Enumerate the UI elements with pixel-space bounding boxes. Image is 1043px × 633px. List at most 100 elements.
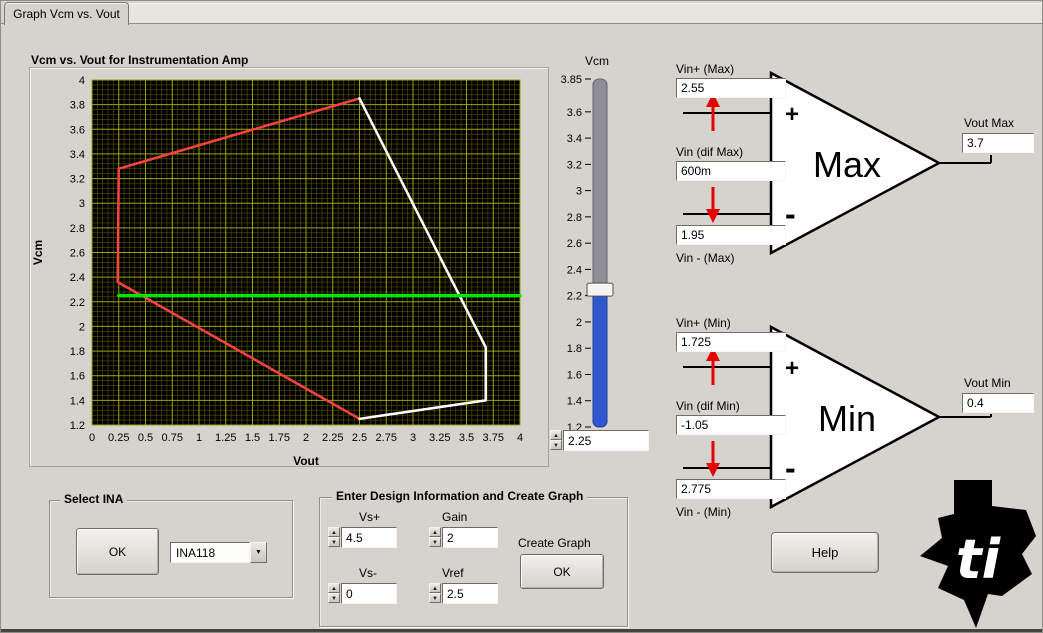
svg-text:1.75: 1.75 [269,432,290,444]
vin-plus-min-label: Vin+ (Min) [676,316,731,330]
up-arrow-icon: ▲ [331,530,337,536]
design-group-title: Enter Design Information and Create Grap… [332,489,588,503]
vin-dif-min-field[interactable]: -1.05 [676,415,786,435]
down-arrow-icon: ▼ [432,596,438,602]
vcm-slider[interactable]: 3.853.63.43.232.82.62.42.221.81.61.41.2 [545,71,649,443]
tab-strip [129,3,1042,24]
vcm-numeric-control: ▲ ▼ 2.25 [550,430,649,451]
gain-label: Gain [442,510,468,524]
svg-text:2.75: 2.75 [376,432,397,444]
vref-control: ▲ ▼ 2.5 [429,583,498,604]
decrement-button[interactable]: ▼ [328,537,340,547]
vcm-value-field[interactable]: 2.25 [563,430,649,451]
vout-max-field: 3.7 [962,133,1034,153]
ti-logo-letters: ti [956,528,1002,591]
tab-strip-divider [1,23,1042,24]
vs-minus-spinner: ▲ ▼ [328,583,340,603]
up-arrow-icon: ▲ [553,433,559,439]
vin-dif-max-label: Vin (dif Max) [676,145,744,159]
vs-minus-control: ▲ ▼ 0 [328,583,397,604]
up-arrow-icon: ▲ [331,586,337,592]
minus-sign: - [785,450,796,486]
down-arrow-icon: ▼ [553,443,559,449]
increment-button[interactable]: ▲ [429,583,441,593]
select-ina-ok-button[interactable]: OK [76,528,159,575]
svg-text:3.4: 3.4 [70,149,85,161]
vs-plus-control: ▲ ▼ 4.5 [328,527,397,548]
decrement-button[interactable]: ▼ [328,593,340,603]
vs-plus-spinner: ▲ ▼ [328,527,340,547]
vin-dif-max-field[interactable]: 600m [676,161,786,181]
vin-minus-max-label: Vin - (Max) [676,251,735,265]
increment-button[interactable]: ▲ [328,583,340,593]
ina-dropdown[interactable]: INA118 ▼ [170,542,267,563]
svg-text:2.8: 2.8 [70,223,85,235]
app-window: Graph Vcm vs. Vout Vcm vs. Vout for Inst… [0,0,1043,633]
svg-text:3: 3 [576,186,582,198]
vref-field[interactable]: 2.5 [442,583,498,604]
svg-text:2.8: 2.8 [567,212,582,224]
svg-text:2: 2 [576,317,582,329]
svg-text:0.75: 0.75 [162,432,183,444]
up-arrow-icon: ▲ [432,530,438,536]
svg-text:2.6: 2.6 [567,238,582,250]
svg-text:3.2: 3.2 [70,174,85,186]
vs-minus-label: Vs- [359,566,377,580]
vs-plus-field[interactable]: 4.5 [341,527,397,548]
help-button[interactable]: Help [771,532,879,573]
svg-text:1.2: 1.2 [70,420,85,432]
svg-text:1.6: 1.6 [70,371,85,383]
create-graph-ok-button[interactable]: OK [520,554,604,589]
down-arrow-icon: ▼ [432,540,438,546]
svg-text:2.2: 2.2 [567,291,582,303]
vin-dif-min-label: Vin (dif Min) [676,399,740,413]
gain-field[interactable]: 2 [442,527,498,548]
vout-min-label: Vout Min [964,376,1011,390]
svg-text:0: 0 [89,432,95,444]
svg-text:2.4: 2.4 [567,264,582,276]
dropdown-arrow-icon: ▼ [255,549,262,556]
svg-text:0.25: 0.25 [108,432,129,444]
svg-text:2: 2 [303,432,309,444]
decrement-button[interactable]: ▼ [429,593,441,603]
ina-dropdown-value[interactable]: INA118 [170,542,250,563]
svg-text:3.5: 3.5 [459,432,474,444]
vin-minus-min-field[interactable]: 2.775 [676,479,786,499]
select-ina-title: Select INA [60,492,128,506]
increment-button[interactable]: ▲ [550,430,562,440]
vs-minus-field[interactable]: 0 [341,583,397,604]
vin-plus-min-field[interactable]: 1.725 [676,332,786,352]
svg-text:1.6: 1.6 [567,369,582,381]
window-bottom-edge [1,629,1042,632]
vs-plus-label: Vs+ [359,510,381,524]
vin-plus-max-field[interactable]: 2.55 [676,78,786,98]
svg-text:2.5: 2.5 [352,432,367,444]
svg-text:3.85: 3.85 [561,74,582,86]
ina-dropdown-button[interactable]: ▼ [250,542,267,563]
svg-text:1.4: 1.4 [567,396,582,408]
vcm-spinner: ▲ ▼ [550,430,562,450]
increment-button[interactable]: ▲ [429,527,441,537]
amp-name: Min [818,398,876,439]
increment-button[interactable]: ▲ [328,527,340,537]
tab-graph-vcm-vs-vout[interactable]: Graph Vcm vs. Vout [4,2,129,25]
svg-text:1.5: 1.5 [245,432,260,444]
red-arrow-down-icon [706,187,720,223]
plus-sign: + [785,101,799,128]
decrement-button[interactable]: ▼ [429,537,441,547]
up-arrow-icon: ▲ [432,586,438,592]
svg-text:1: 1 [196,432,202,444]
chart-title: Vcm vs. Vout for Instrumentation Amp [31,53,249,67]
svg-text:2.2: 2.2 [70,297,85,309]
vin-minus-max-field[interactable]: 1.95 [676,225,786,245]
svg-text:1.25: 1.25 [215,432,236,444]
svg-text:1.8: 1.8 [70,346,85,358]
tab-label: Graph Vcm vs. Vout [13,7,120,21]
down-arrow-icon: ▼ [331,540,337,546]
red-arrow-down-icon [706,441,720,477]
decrement-button[interactable]: ▼ [550,440,562,450]
vin-plus-max-label: Vin+ (Max) [676,62,735,76]
slider-title: Vcm [585,54,609,68]
svg-text:2.25: 2.25 [322,432,343,444]
svg-text:2.6: 2.6 [70,248,85,260]
